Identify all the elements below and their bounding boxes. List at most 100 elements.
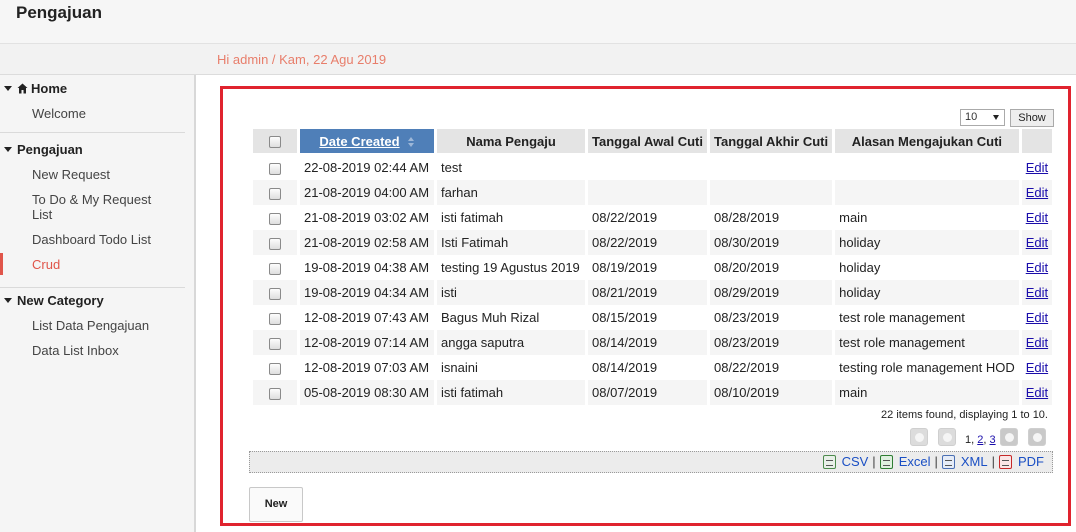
sidebar-section-label: Home — [31, 81, 68, 96]
edit-link[interactable]: Edit — [1026, 235, 1048, 250]
sidebar-item-crud[interactable]: Crud — [32, 257, 182, 272]
row-checkbox[interactable] — [269, 212, 281, 225]
content-panel: 10 Show Date Created Nama Pengaju Tangga… — [220, 86, 1071, 526]
sidebar-section-home[interactable]: Home — [4, 81, 67, 96]
page-size-value: 10 — [965, 111, 978, 123]
cell-date-created: 21-08-2019 04:00 AM — [300, 180, 434, 205]
edit-link[interactable]: Edit — [1026, 335, 1048, 350]
cell-tanggal-awal — [588, 155, 707, 180]
table-row: 21-08-2019 02:58 AM Isti Fatimah 08/22/201… — [253, 230, 1053, 255]
column-tanggal-akhir-cuti: Tanggal Akhir Cuti — [710, 129, 833, 155]
sort-icon — [407, 137, 415, 148]
next-page-button[interactable] — [1000, 428, 1018, 446]
row-checkbox[interactable] — [269, 312, 281, 325]
row-actions-cell: Edit — [1021, 230, 1053, 255]
row-select-cell — [253, 180, 297, 205]
row-actions-cell: Edit — [1022, 255, 1052, 280]
sidebar-item-todo-my-request-list[interactable]: To Do & My Request List — [32, 192, 152, 222]
row-actions-cell: Edit — [1021, 180, 1053, 205]
row-actions-cell: Edit — [1021, 280, 1053, 305]
row-checkbox[interactable] — [269, 262, 281, 275]
edit-link[interactable]: Edit — [1026, 385, 1048, 400]
caret-down-icon — [4, 147, 12, 152]
sidebar-divider — [0, 287, 185, 288]
cell-alasan — [835, 155, 1019, 180]
export-csv-link[interactable]: CSV — [842, 454, 869, 469]
edit-link[interactable]: Edit — [1026, 360, 1048, 375]
row-select-cell — [253, 380, 297, 405]
table-header-row: Date Created Nama Pengaju Tanggal Awal C… — [253, 129, 1053, 155]
column-tanggal-awal-cuti: Tanggal Awal Cuti — [588, 129, 707, 155]
greeting-bar: Hi admin / Kam, 22 Agu 2019 — [0, 44, 1076, 75]
sidebar-item-new-request[interactable]: New Request — [32, 167, 182, 182]
row-checkbox[interactable] — [269, 162, 281, 175]
edit-link[interactable]: Edit — [1026, 210, 1048, 225]
column-date-created[interactable]: Date Created — [300, 129, 434, 155]
select-all-header — [253, 129, 297, 155]
cell-tanggal-awal — [588, 180, 707, 205]
page-link-2[interactable]: 2 — [977, 434, 983, 446]
export-xml-link[interactable]: XML — [961, 454, 988, 469]
pdf-icon — [999, 455, 1012, 469]
row-checkbox[interactable] — [269, 337, 281, 350]
sidebar-item-welcome[interactable]: Welcome — [32, 106, 182, 121]
edit-link[interactable]: Edit — [1026, 185, 1048, 200]
column-nama-pengaju: Nama Pengaju — [437, 129, 585, 155]
row-actions-cell: Edit — [1021, 380, 1053, 405]
show-button[interactable]: Show — [1010, 109, 1054, 127]
home-icon — [17, 83, 28, 94]
row-checkbox[interactable] — [269, 362, 281, 375]
cell-alasan: holiday — [839, 260, 881, 275]
cell-tanggal-awal: 08/14/2019 — [592, 360, 658, 375]
cell-tanggal-akhir: 08/29/2019 — [710, 280, 833, 305]
sidebar-section-label: New Category — [17, 293, 104, 308]
sidebar-item-data-list-inbox[interactable]: Data List Inbox — [32, 343, 182, 358]
edit-link[interactable]: Edit — [1026, 160, 1048, 175]
cell-tanggal-awal: 08/22/2019 — [592, 210, 658, 225]
caret-down-icon — [4, 298, 12, 303]
sidebar-section-pengajuan[interactable]: Pengajuan — [4, 142, 83, 157]
sidebar-item-dashboard-todo-list[interactable]: Dashboard Todo List — [32, 232, 182, 247]
table-row: 21-08-2019 03:02 AM isti fatimah 08/22/201… — [253, 205, 1052, 230]
table-row: 12-08-2019 07:03 AM isnaini 08/14/2019 08/2… — [253, 355, 1052, 380]
column-actions — [1021, 129, 1053, 155]
column-alasan-mengajukan-cuti: Alasan Mengajukan Cuti — [835, 129, 1019, 155]
first-page-button[interactable] — [910, 428, 928, 446]
cell-nama-pengaju: testing 19 Agustus 2019 — [441, 260, 580, 275]
cell-tanggal-awal: 08/14/2019 — [588, 330, 707, 355]
last-page-button[interactable] — [1028, 428, 1046, 446]
row-select-cell — [253, 155, 297, 180]
items-found-summary: 22 items found, displaying 1 to 10. — [881, 409, 1048, 421]
cell-alasan: test role management — [835, 330, 1019, 355]
export-links: CSV | Excel | XML | PDF — [822, 454, 1044, 469]
sidebar-item-list-data-pengajuan[interactable]: List Data Pengajuan — [32, 318, 182, 333]
cell-alasan: testing role management HOD — [839, 360, 1015, 375]
excel-icon — [879, 455, 893, 469]
new-button[interactable]: New — [249, 487, 303, 522]
row-checkbox[interactable] — [269, 287, 281, 300]
sidebar: Home Welcome Pengajuan New Request To Do… — [0, 75, 196, 532]
cell-alasan: test role management — [839, 310, 965, 325]
export-excel-link[interactable]: Excel — [899, 454, 931, 469]
table-body: 22-08-2019 02:44 AM test Edit 21-08-2019 04… — [253, 155, 1053, 405]
row-checkbox[interactable] — [269, 237, 281, 250]
sidebar-section-new-category[interactable]: New Category — [4, 293, 104, 308]
table-row: 19-08-2019 04:34 AM isti 08/21/2019 08/29/2… — [253, 280, 1053, 305]
export-pdf-link[interactable]: PDF — [1018, 454, 1044, 469]
page-link-3[interactable]: 3 — [990, 434, 996, 446]
page-size-select[interactable]: 10 — [960, 109, 1005, 126]
edit-link[interactable]: Edit — [1026, 260, 1048, 275]
row-checkbox[interactable] — [269, 187, 281, 200]
cell-tanggal-akhir: 08/22/2019 — [714, 360, 780, 375]
edit-link[interactable]: Edit — [1026, 310, 1048, 325]
sidebar-divider — [0, 132, 185, 133]
cell-tanggal-awal: 08/07/2019 — [588, 380, 707, 405]
select-all-checkbox[interactable] — [269, 136, 281, 149]
row-checkbox[interactable] — [269, 387, 281, 400]
edit-link[interactable]: Edit — [1026, 285, 1048, 300]
cell-date-created: 21-08-2019 03:02 AM — [304, 210, 430, 225]
cell-nama-pengaju: test — [441, 160, 462, 175]
cell-date-created: 19-08-2019 04:34 AM — [300, 280, 434, 305]
table-row: 21-08-2019 04:00 AM farhan Edit — [253, 180, 1053, 205]
prev-page-button[interactable] — [938, 428, 956, 446]
